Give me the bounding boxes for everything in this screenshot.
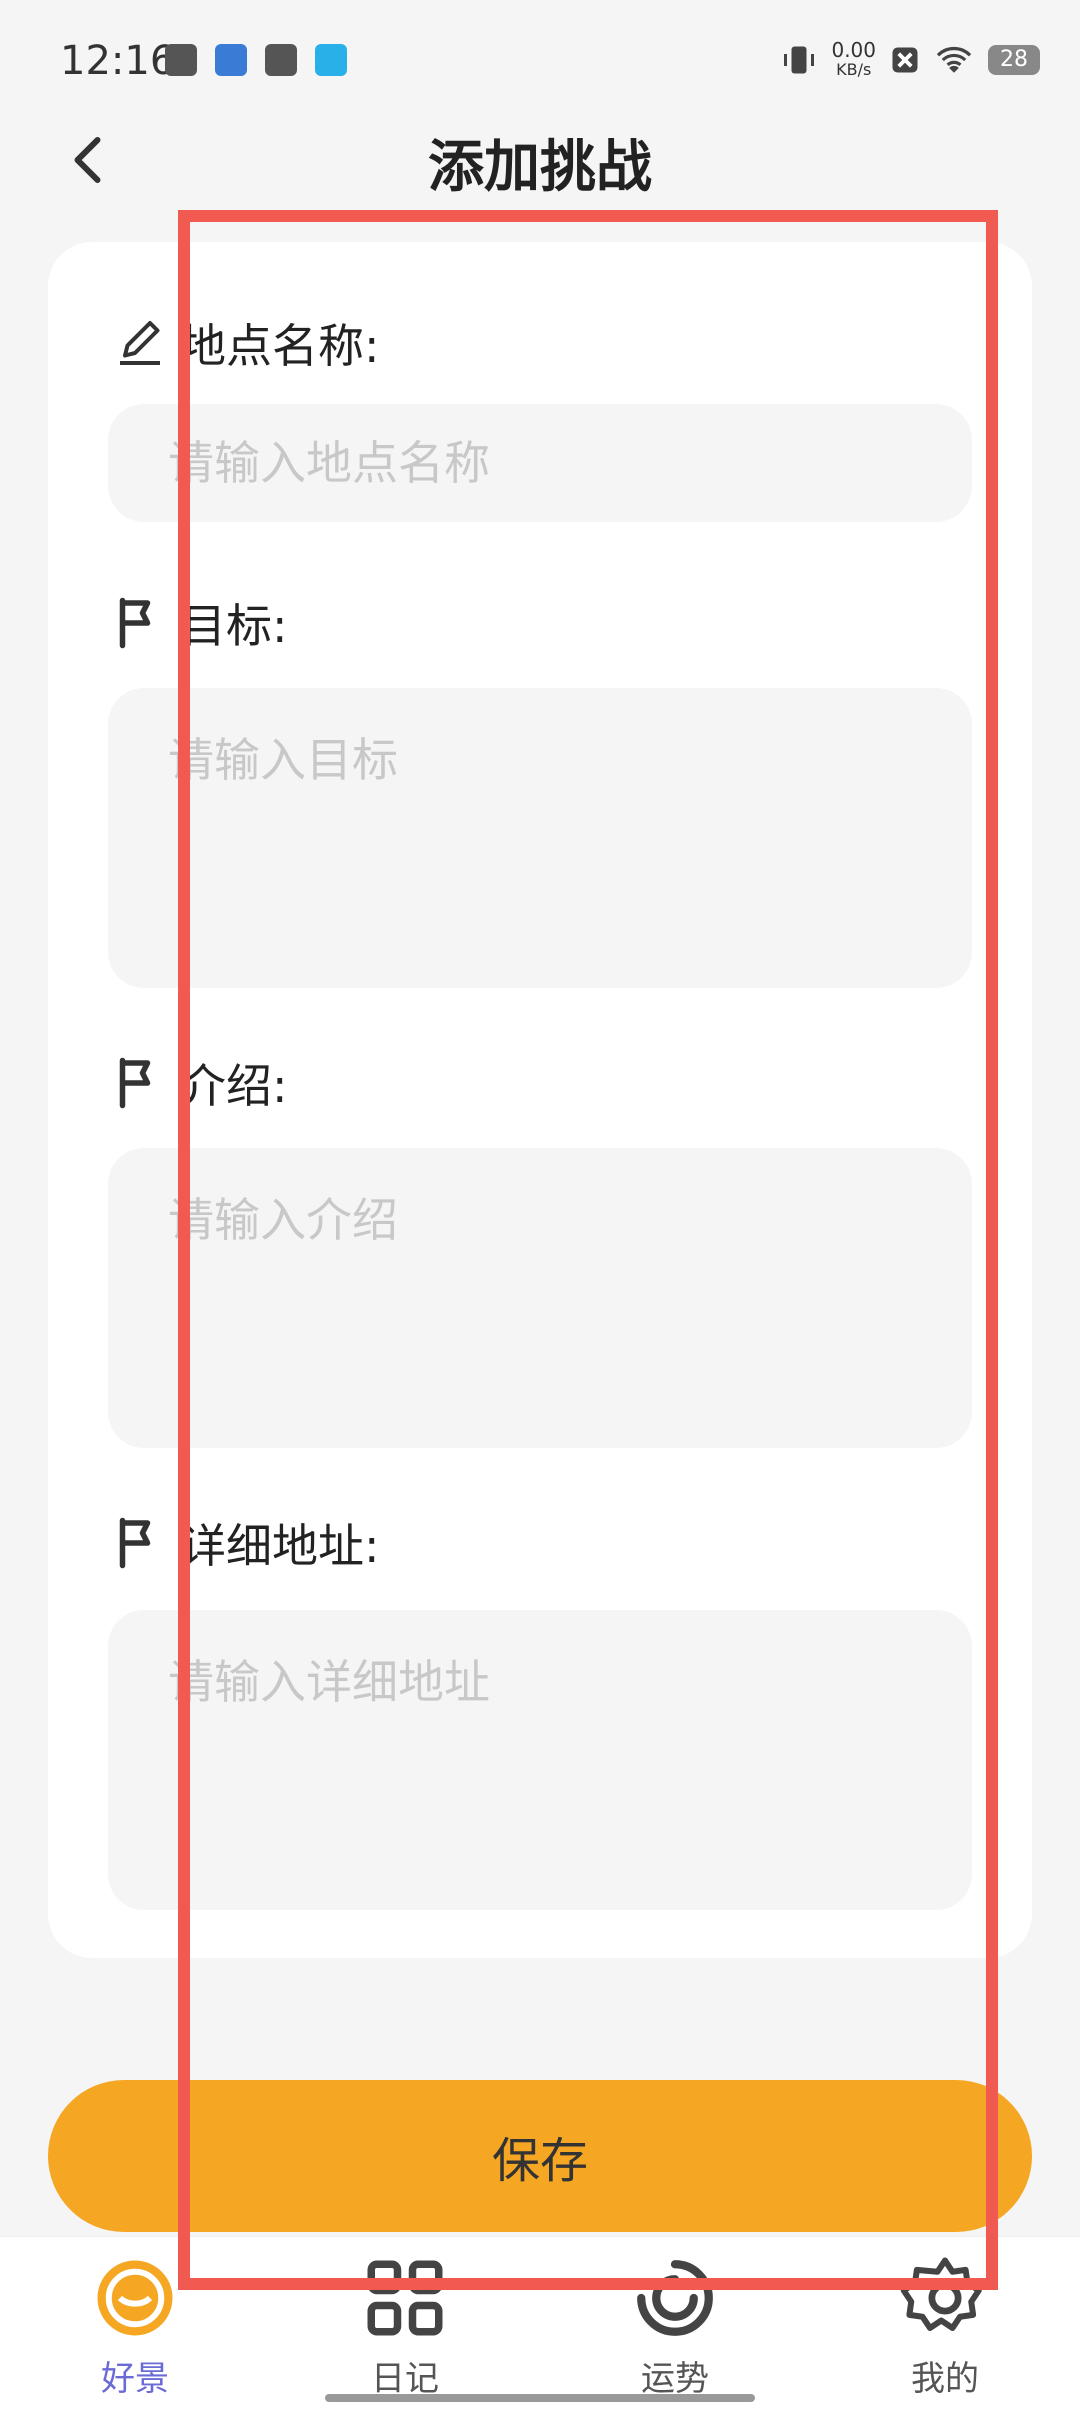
field-label-text: 详细地址:: [180, 1519, 380, 1573]
notification-icon: [215, 44, 247, 76]
field-label-text: 地点名称:: [180, 319, 380, 373]
wifi-icon: [936, 46, 972, 73]
tab-landscape[interactable]: 好景: [45, 2253, 225, 2400]
top-bar: 添加挑战: [0, 100, 1080, 220]
pencil-icon: [120, 321, 160, 365]
field-label-text: 目标:: [180, 599, 288, 653]
net-speed-unit: KB/s: [836, 60, 872, 79]
vibrate-icon: [784, 46, 815, 74]
grid-icon: [367, 2260, 443, 2336]
goal-textarea[interactable]: 请输入目标: [108, 688, 972, 988]
landscape-icon: [97, 2260, 173, 2336]
input-placeholder: 请输入地点名称: [168, 436, 490, 490]
tab-label: 好景: [101, 2359, 169, 2399]
flag-icon: [119, 1517, 151, 1569]
net-speed: 0.00 KB/s: [831, 40, 876, 80]
tab-label: 我的: [911, 2359, 979, 2399]
form-card: 地点名称: 请输入地点名称 目标: 请输入目标 介绍: 请输入介绍 详细地址: …: [48, 242, 1032, 1958]
home-indicator[interactable]: [325, 2394, 755, 2402]
battery-indicator: 28: [988, 45, 1040, 75]
tab-label: 运势: [641, 2359, 709, 2399]
settings-gear-icon: [900, 2257, 982, 2331]
field-label-goal: 目标:: [110, 590, 288, 656]
net-speed-value: 0.00: [831, 38, 876, 62]
flag-icon: [119, 1057, 151, 1109]
save-button[interactable]: 保存: [48, 2080, 1032, 2232]
tab-mine[interactable]: 我的: [855, 2253, 1035, 2400]
flag-icon: [119, 597, 151, 649]
field-label-location: 地点名称:: [110, 310, 380, 376]
notification-icon: [315, 44, 347, 76]
sim-off-icon: [892, 47, 918, 73]
tab-diary[interactable]: 日记: [315, 2253, 495, 2400]
address-textarea[interactable]: 请输入详细地址: [108, 1610, 972, 1910]
tab-fortune[interactable]: 运势: [585, 2253, 765, 2400]
bottom-tab-bar: 好景 日记 运势 我的: [0, 2236, 1080, 2409]
status-notification-icons: [165, 44, 347, 76]
input-placeholder: 请输入目标: [168, 733, 398, 787]
status-time: 12:16: [60, 38, 176, 84]
field-label-text: 介绍:: [180, 1059, 288, 1113]
notification-icon: [265, 44, 297, 76]
field-label-intro: 介绍:: [110, 1050, 288, 1116]
fortune-icon: [637, 2260, 713, 2336]
notification-icon: [165, 44, 197, 76]
input-placeholder: 请输入详细地址: [168, 1655, 490, 1709]
input-placeholder: 请输入介绍: [168, 1193, 398, 1247]
status-right: 0.00 KB/s 28: [781, 40, 1040, 80]
tab-label: 日记: [371, 2359, 439, 2399]
intro-textarea[interactable]: 请输入介绍: [108, 1148, 972, 1448]
location-name-input[interactable]: 请输入地点名称: [108, 404, 972, 522]
page-title: 添加挑战: [428, 135, 652, 200]
field-label-address: 详细地址:: [110, 1510, 380, 1576]
